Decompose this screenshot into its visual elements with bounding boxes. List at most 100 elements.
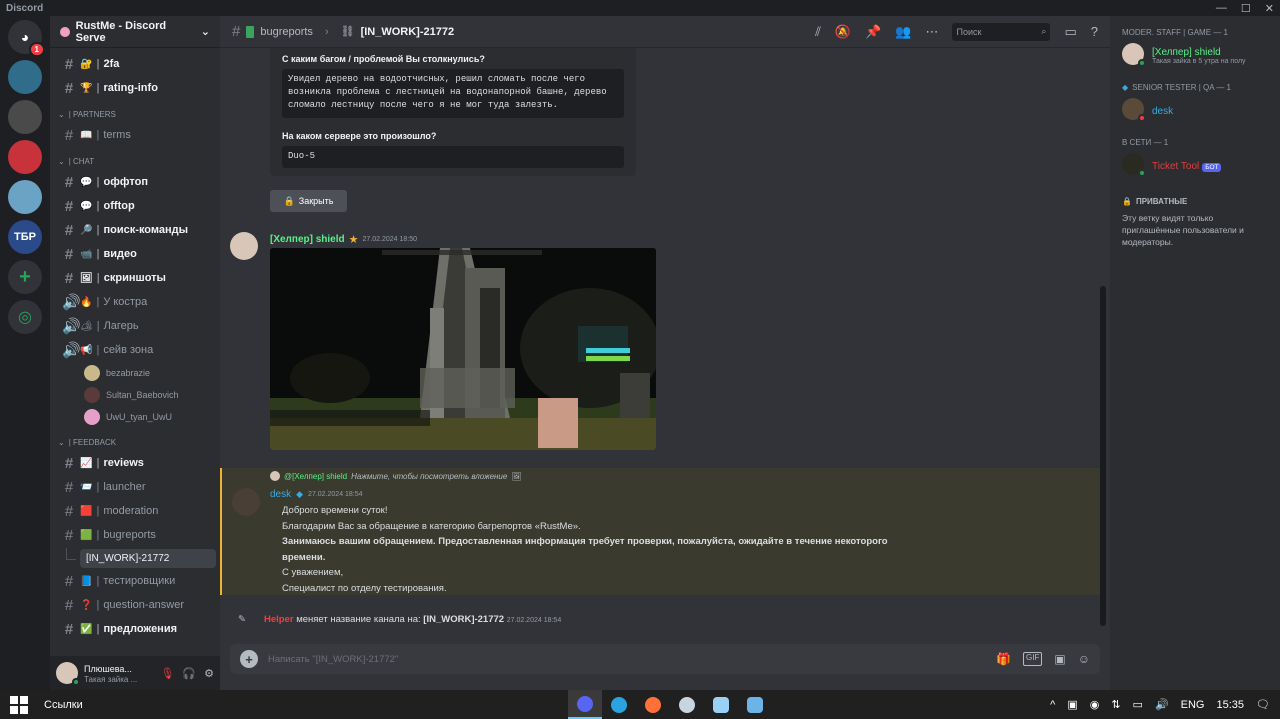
inbox-icon[interactable]: ▭ bbox=[1064, 24, 1076, 40]
add-attachment-icon[interactable]: + bbox=[240, 650, 258, 668]
channel-item[interactable]: # 🔎 | поиск-команды bbox=[54, 218, 216, 242]
channel-item[interactable]: # 📘 | тестировщики bbox=[54, 569, 216, 593]
telegram-taskbar-icon[interactable] bbox=[602, 690, 636, 719]
language-indicator[interactable]: ENG bbox=[1181, 699, 1205, 711]
volume-icon[interactable]: 🔊 bbox=[1155, 698, 1169, 711]
photos-taskbar-icon[interactable] bbox=[738, 690, 772, 719]
help-icon[interactable]: ? bbox=[1091, 24, 1098, 39]
channel-item[interactable]: # 💬 | offtop bbox=[54, 194, 216, 218]
sticker-icon[interactable]: ▣ bbox=[1054, 652, 1065, 666]
voice-user[interactable]: bezabrazie bbox=[54, 362, 216, 384]
channel-separator: | bbox=[96, 529, 100, 541]
windows-start-icon[interactable] bbox=[10, 695, 28, 714]
chevron-down-icon[interactable]: ⌄ bbox=[201, 25, 210, 38]
server-icon-6[interactable]: + bbox=[8, 260, 42, 294]
server-icon-1[interactable] bbox=[8, 60, 42, 94]
channel-item[interactable]: # 🟥 | moderation bbox=[54, 499, 216, 523]
avatar[interactable] bbox=[56, 662, 80, 686]
server-icon-2[interactable] bbox=[8, 100, 42, 134]
gift-icon[interactable]: 🎁 bbox=[996, 652, 1011, 666]
taskbar-search[interactable]: Ссылки bbox=[44, 699, 83, 711]
question-2: На каком сервере это произошло? bbox=[282, 131, 437, 141]
channel-separator: | bbox=[96, 623, 100, 635]
member-item[interactable]: desk bbox=[1122, 98, 1268, 122]
server-icon-7[interactable]: ◎ bbox=[8, 300, 42, 334]
header-channel[interactable]: bugreports bbox=[260, 26, 313, 38]
reply-reference[interactable]: @[Хелпер] shield Нажмите, чтобы посмотре… bbox=[270, 471, 521, 481]
channel-item[interactable]: 🔊 🏕 | Лагерь bbox=[54, 314, 216, 338]
channel-item[interactable]: # 💬 | оффтоп bbox=[54, 170, 216, 194]
tray-app-icon[interactable]: ◉ bbox=[1090, 698, 1100, 711]
member-item[interactable]: [Хелпер] shield Такая зайка в 5 утра на п… bbox=[1122, 43, 1268, 67]
channel-category[interactable]: ⌄ | CHAT bbox=[54, 147, 216, 170]
channel-label: offtop bbox=[103, 200, 135, 212]
notifications-icon[interactable]: 🗨 bbox=[1256, 698, 1270, 711]
hash-icon: # bbox=[232, 23, 241, 40]
headphones-icon[interactable]: 🎧 bbox=[182, 667, 196, 680]
image-attachment[interactable] bbox=[270, 248, 656, 450]
chevron-up-icon[interactable]: ^ bbox=[1050, 699, 1055, 711]
channel-label: reviews bbox=[103, 457, 144, 469]
server-icon-5[interactable]: ТБР bbox=[8, 220, 42, 254]
pin-icon[interactable]: 📌 bbox=[865, 24, 881, 40]
more-icon[interactable]: ⋯ bbox=[925, 24, 938, 40]
channel-item[interactable]: # ✅ | предложения bbox=[54, 617, 216, 641]
channel-emoji: 💬 bbox=[80, 176, 93, 188]
channel-item[interactable]: 🔊 🔥 | У костра bbox=[54, 290, 216, 314]
channel-item[interactable]: # 📈 | reviews bbox=[54, 451, 216, 475]
emoji-icon[interactable]: ☺ bbox=[1078, 652, 1090, 666]
channel-label: поиск-команды bbox=[103, 224, 189, 236]
message-composer[interactable]: + Написать "[IN_WORK]-21772" 🎁 GIF ▣ ☺ bbox=[230, 644, 1100, 674]
server-icon-0[interactable]: 1 ◕ bbox=[8, 20, 45, 57]
message-timestamp: 27.02.2024 18:50 bbox=[362, 236, 418, 243]
channel-item[interactable]: # 📹 | видео bbox=[54, 242, 216, 266]
server-name: RustMe - Discord Serve bbox=[75, 19, 167, 44]
minimize-icon[interactable]: — bbox=[1216, 2, 1227, 15]
channel-category[interactable]: ⌄ | PARTNERS bbox=[54, 100, 216, 123]
server-label: + bbox=[19, 265, 31, 288]
channel-separator: | bbox=[96, 457, 100, 469]
message-author[interactable]: desk bbox=[270, 489, 291, 500]
steam-taskbar-icon[interactable] bbox=[670, 690, 704, 719]
server-icon-3[interactable] bbox=[8, 140, 42, 174]
channel-emoji: ✅ bbox=[80, 623, 93, 635]
tray-app-icon[interactable]: ⇅ bbox=[1111, 698, 1120, 711]
system-actor[interactable]: Helper bbox=[264, 614, 294, 625]
notepad-taskbar-icon[interactable] bbox=[704, 690, 738, 719]
server-header[interactable]: RustMe - Discord Serve ⌄ bbox=[50, 16, 220, 48]
search-input[interactable]: Поиск ⌕ bbox=[952, 22, 1051, 41]
voice-user[interactable]: UwU_tyan_UwU bbox=[54, 406, 216, 428]
settings-gear-icon[interactable]: ⚙ bbox=[204, 667, 214, 680]
discord-taskbar-icon[interactable] bbox=[568, 690, 602, 719]
firefox-taskbar-icon[interactable] bbox=[636, 690, 670, 719]
member-item[interactable]: Ticket Tool БОТ bbox=[1122, 153, 1268, 177]
threads-icon[interactable]: ⫽ bbox=[815, 24, 821, 40]
close-ticket-button[interactable]: 🔒 Закрыть bbox=[270, 190, 347, 212]
scrollbar[interactable] bbox=[1100, 286, 1106, 626]
maximize-icon[interactable]: ☐ bbox=[1241, 2, 1251, 15]
channel-item[interactable]: # 🔐 | 2fa bbox=[54, 52, 216, 76]
channel-item[interactable]: # 📖 | terms bbox=[54, 123, 216, 147]
chevron-right-icon: › bbox=[324, 25, 329, 38]
channel-category[interactable]: ⌄ | FEEDBACK bbox=[54, 428, 216, 451]
channel-item[interactable]: # 🏆 | rating-info bbox=[54, 76, 216, 100]
avatar[interactable] bbox=[230, 232, 258, 260]
mute-icon[interactable]: 🎙 bbox=[160, 667, 174, 680]
channel-item[interactable]: 🔊 📢 | сейв зона bbox=[54, 338, 216, 362]
channel-item[interactable]: # 🖼 | скриншоты bbox=[54, 266, 216, 290]
message-author[interactable]: [Хелпер] shield bbox=[270, 234, 345, 245]
voice-user[interactable]: Sultan_Baebovich bbox=[54, 384, 216, 406]
battery-icon[interactable]: ▭ bbox=[1133, 698, 1143, 711]
channel-item[interactable]: # 🟩 | bugreports bbox=[54, 523, 216, 547]
members-icon[interactable]: 👥 bbox=[895, 24, 911, 40]
tray-app-icon[interactable]: ▣ bbox=[1067, 698, 1077, 711]
channel-item[interactable]: # 📨 | launcher bbox=[54, 475, 216, 499]
clock[interactable]: 15:35 bbox=[1217, 699, 1245, 711]
gif-icon[interactable]: GIF bbox=[1023, 652, 1043, 666]
thread-item[interactable]: [IN_WORK]-21772 bbox=[54, 547, 216, 569]
server-icon-4[interactable] bbox=[8, 180, 42, 214]
notifications-off-icon[interactable]: 🔕 bbox=[835, 24, 851, 40]
close-icon[interactable]: ✕ bbox=[1265, 2, 1274, 15]
channel-item[interactable]: # ❓ | question-answer bbox=[54, 593, 216, 617]
avatar[interactable] bbox=[232, 488, 260, 516]
